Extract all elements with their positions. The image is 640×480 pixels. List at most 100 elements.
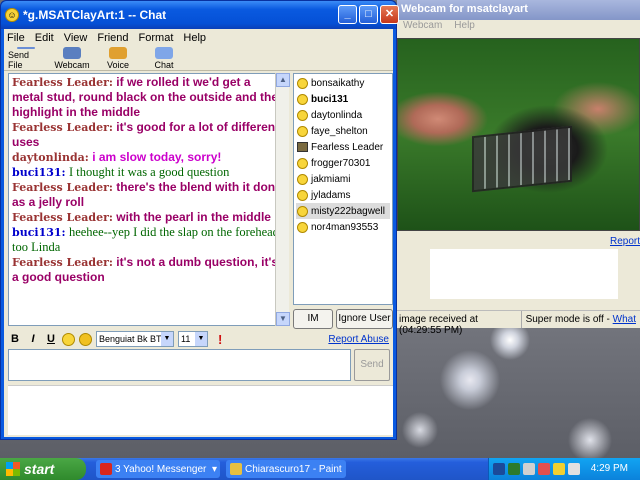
smiley-icon <box>297 109 308 121</box>
super-mode-text: Super mode is off - <box>525 314 610 325</box>
chat-body: File Edit View Friend Format Help Send F… <box>4 29 393 437</box>
italic-button[interactable]: I <box>26 333 40 345</box>
user-name: bonsaikathy <box>311 77 365 89</box>
message-text: i am slow today, sorry! <box>92 150 222 164</box>
chat-user-list: bonsaikathy buci131 daytonlinda faye_shelto… <box>293 73 393 305</box>
menu-view[interactable]: View <box>64 32 88 44</box>
start-label: start <box>24 461 55 477</box>
scroll-down-icon[interactable]: ▼ <box>276 312 290 326</box>
webcam-menu-help[interactable]: Help <box>454 20 475 34</box>
menu-friend[interactable]: Friend <box>97 32 128 44</box>
user-name: daytonlinda <box>311 109 363 121</box>
user-name: faye_shelton <box>311 125 368 137</box>
user-name: jakmiami <box>311 173 351 185</box>
webcam-menubar: Webcam Help <box>397 20 640 34</box>
webcam-menu-webcam[interactable]: Webcam <box>403 20 442 34</box>
bold-button[interactable]: B <box>8 333 22 345</box>
menu-format[interactable]: Format <box>139 32 174 44</box>
user-list-item[interactable]: daytonlinda <box>296 107 390 123</box>
font-select[interactable]: Benguiat Bk BT ▼ <box>96 331 174 347</box>
chevron-down-icon: ▼ <box>195 332 207 346</box>
menu-edit[interactable]: Edit <box>35 32 54 44</box>
user-list-item[interactable]: buci131 <box>296 91 390 107</box>
super-mode-status: Super mode is off - What <box>522 311 640 328</box>
font-size-select[interactable]: 11 ▼ <box>178 331 208 347</box>
super-mode-link[interactable]: What <box>613 314 636 325</box>
system-tray: 4:29 PM <box>488 458 640 480</box>
close-button[interactable]: ✕ <box>380 5 399 24</box>
im-button[interactable]: IM <box>293 309 333 329</box>
shield-icon[interactable] <box>493 463 505 475</box>
audible-icon[interactable] <box>79 332 92 346</box>
chat-titlebar[interactable]: ☺ *g.MSATClayArt:1 -- Chat <box>1 1 396 29</box>
webcam-statusbar: image received at (04:29:55 PM) Super mo… <box>397 310 640 336</box>
webcam-button[interactable]: Webcam <box>54 47 90 70</box>
smiley-icon <box>297 173 308 185</box>
antivirus-icon[interactable] <box>538 463 550 475</box>
font-value: Benguiat Bk BT <box>99 334 162 344</box>
exclamation-icon[interactable]: ! <box>218 332 222 347</box>
task-label: Chiarascuro17 - Paint <box>245 463 342 475</box>
chat-message: Fearless Leader: there's the blend with … <box>12 180 285 210</box>
chat-button[interactable]: Chat <box>146 47 182 70</box>
user-list-item[interactable]: Fearless Leader <box>296 139 390 155</box>
message-sender: buci131: <box>12 226 66 239</box>
emoticon-icon[interactable] <box>62 332 75 346</box>
user-list-item[interactable]: faye_shelton <box>296 123 390 139</box>
user-list-item[interactable]: jyladams <box>296 187 390 203</box>
chat-message: daytonlinda: i am slow today, sorry! <box>12 150 285 165</box>
webcam-image-object <box>472 125 572 193</box>
menu-file[interactable]: File <box>7 32 25 44</box>
chevron-down-icon: ▾ <box>211 463 217 475</box>
message-history: Fearless Leader: if we rolled it we'd ge… <box>8 73 289 326</box>
report-abuse-link[interactable]: Report Abuse <box>328 334 389 345</box>
volume-icon[interactable] <box>568 463 580 475</box>
user-name: frogger70301 <box>311 157 371 169</box>
yahoo-smiley-icon[interactable] <box>553 463 565 475</box>
messenger-smiley-icon: ☺ <box>5 8 19 22</box>
minimize-button[interactable]: _ <box>338 5 357 24</box>
smiley-icon <box>297 77 308 89</box>
user-list-item[interactable]: bonsaikathy <box>296 75 390 91</box>
send-file-button[interactable]: Send File <box>8 47 44 70</box>
task-yahoo-messenger[interactable]: 3 Yahoo! Messenger ▾ <box>96 460 220 478</box>
user-list-item[interactable]: misty222bagwell <box>296 203 390 219</box>
chat-message: buci131: heehee--yep I did the slap on t… <box>12 225 285 255</box>
chat-message: Fearless Leader: it's not a dumb questio… <box>12 255 285 285</box>
send-file-icon <box>17 47 35 49</box>
voice-button[interactable]: Voice <box>100 47 136 70</box>
ignore-user-button[interactable]: Ignore User <box>336 309 393 329</box>
yahoo-icon <box>100 463 112 475</box>
chat-message: Fearless Leader: it's good for a lot of … <box>12 120 285 150</box>
scroll-up-icon[interactable]: ▲ <box>276 73 290 87</box>
webcam-icon <box>297 142 308 152</box>
smiley-icon <box>297 157 308 169</box>
start-button[interactable]: start <box>0 458 86 480</box>
message-text: with the pearl in the middle <box>116 210 271 224</box>
smiley-icon <box>297 125 308 137</box>
network-icon[interactable] <box>508 463 520 475</box>
webcam-report-link[interactable]: Report <box>610 236 640 247</box>
microphone-icon <box>109 47 127 59</box>
menu-help[interactable]: Help <box>183 32 206 44</box>
voice-label: Voice <box>106 60 130 70</box>
smiley-icon <box>297 93 308 105</box>
chat-menubar: File Edit View Friend Format Help <box>4 29 393 47</box>
message-sender: Fearless Leader: <box>12 181 113 194</box>
message-sender: Fearless Leader: <box>12 256 113 269</box>
taskbar: start 3 Yahoo! Messenger ▾ Chiarascuro17 … <box>0 458 640 480</box>
user-list-item[interactable]: nor4man93553 <box>296 219 390 235</box>
message-input[interactable] <box>8 349 351 381</box>
webcam-title: Webcam for msatclayart <box>397 0 640 20</box>
paint-icon <box>230 463 242 475</box>
message-sender: daytonlinda: <box>12 151 89 164</box>
message-scrollbar[interactable]: ▲ ▼ <box>275 73 290 326</box>
user-list-item[interactable]: jakmiami <box>296 171 390 187</box>
underline-button[interactable]: U <box>44 333 58 345</box>
maximize-button[interactable]: □ <box>359 5 378 24</box>
send-button[interactable]: Send <box>354 349 390 381</box>
messenger-tray-icon[interactable] <box>523 463 535 475</box>
user-list-item[interactable]: frogger70301 <box>296 155 390 171</box>
task-paint[interactable]: Chiarascuro17 - Paint <box>226 460 346 478</box>
webcam-icon <box>63 47 81 59</box>
